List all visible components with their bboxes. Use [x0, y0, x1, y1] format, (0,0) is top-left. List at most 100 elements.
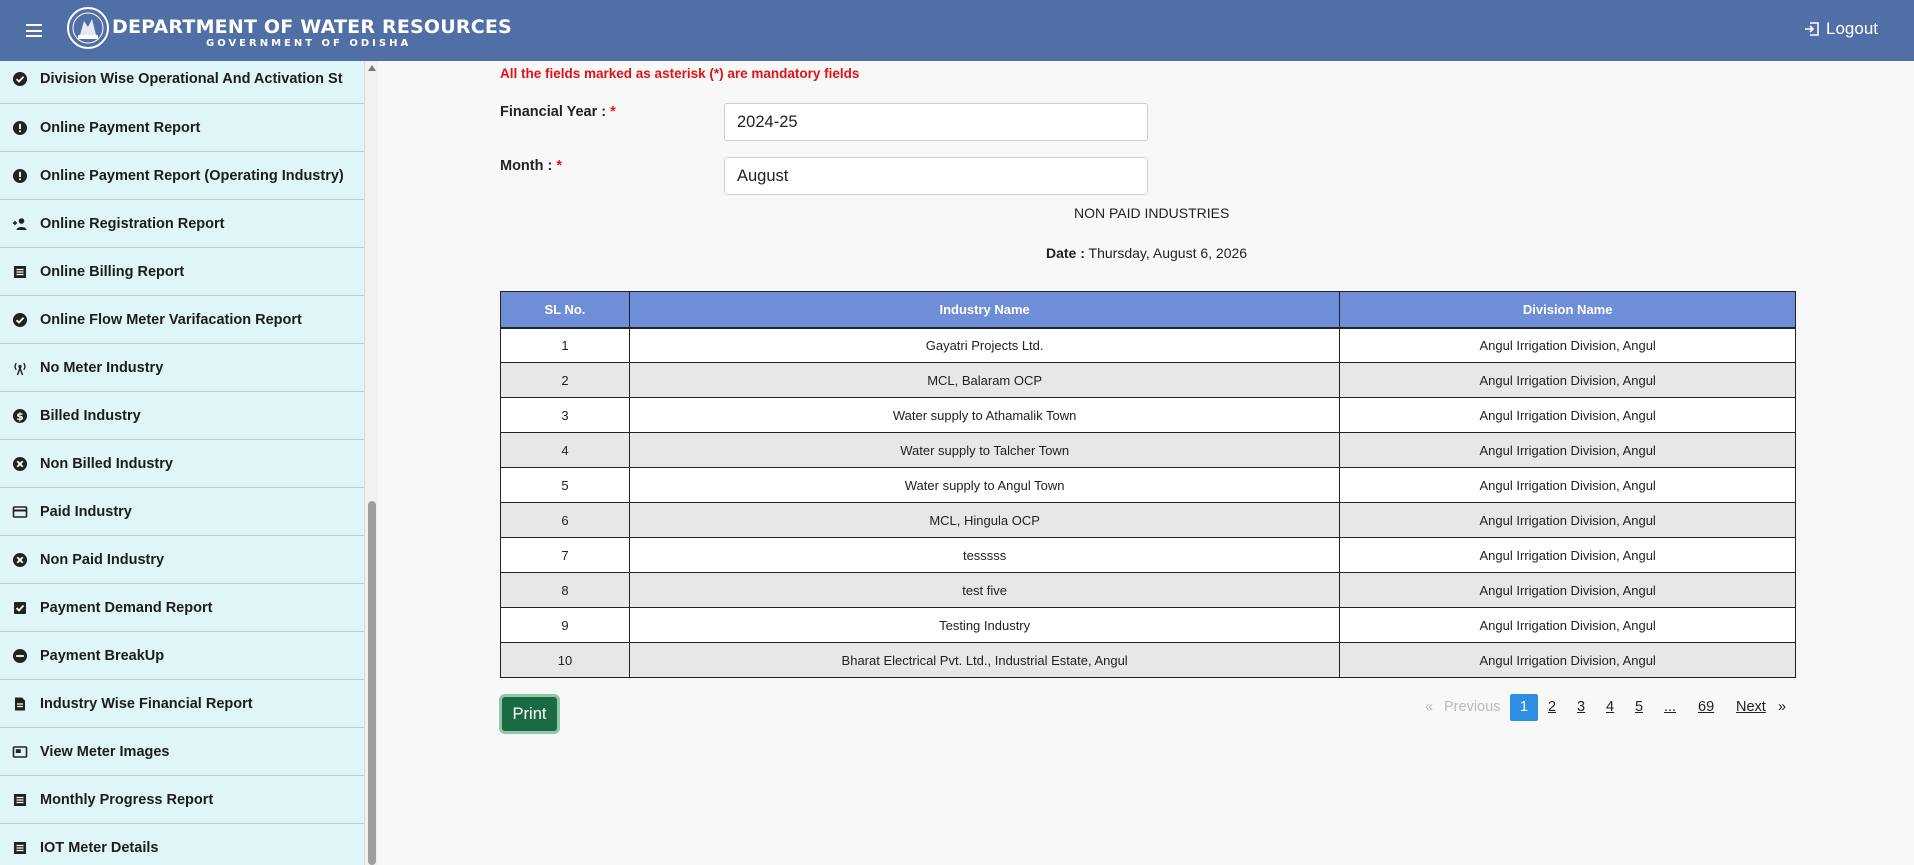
- alert-circle-icon: [12, 168, 28, 184]
- sidebar-item-label: Online Registration Report: [40, 215, 225, 232]
- sidebar-item-label: Division Wise Operational And Activation…: [40, 70, 343, 87]
- scrollbar-thumb[interactable]: [368, 501, 376, 865]
- sidebar-item[interactable]: IOT Meter Details: [0, 824, 364, 865]
- sidebar-item[interactable]: Non Paid Industry: [0, 536, 364, 584]
- previous-page-link[interactable]: Previous: [1444, 699, 1500, 715]
- cell-division-name: Angul Irrigation Division, Angul: [1339, 327, 1796, 363]
- next-page-link[interactable]: Next: [1736, 699, 1766, 715]
- table-row: 8 test five Angul Irrigation Division, Ang…: [500, 572, 1796, 608]
- page-link-1[interactable]: 1: [1510, 694, 1538, 721]
- x-circle-icon: [12, 552, 28, 568]
- cell-sl-no: 8: [500, 572, 630, 608]
- list-icon: [12, 264, 28, 280]
- sidebar-item[interactable]: Online Billing Report: [0, 248, 364, 296]
- cell-sl-no: 3: [500, 397, 630, 433]
- page-link-last[interactable]: 69: [1698, 699, 1714, 715]
- menu-icon[interactable]: [26, 24, 42, 37]
- table-row: 3 Water supply to Athamalik Town Angul Irr…: [500, 397, 1796, 433]
- logout-label: Logout: [1826, 19, 1878, 38]
- sidebar-nav: Division Wise Operational And Activation…: [0, 61, 364, 865]
- checkbox-icon: [12, 600, 28, 616]
- table-row: 1 Gayatri Projects Ltd. Angul Irrigation D…: [500, 327, 1796, 363]
- cell-division-name: Angul Irrigation Division, Angul: [1339, 467, 1796, 503]
- document-icon: [12, 696, 28, 712]
- table-row: 6 MCL, Hingula OCP Angul Irrigation Divisi…: [500, 502, 1796, 538]
- cell-industry-name: MCL, Hingula OCP: [628, 502, 1341, 538]
- sidebar-item-label: Non Paid Industry: [40, 551, 165, 568]
- x-circle-icon: [12, 456, 28, 472]
- table-row: 9 Testing Industry Angul Irrigation Divisi…: [500, 607, 1796, 643]
- sidebar-item[interactable]: Online Payment Report (Operating Industr…: [0, 152, 364, 200]
- non-paid-industries-table: SL No. Industry Name Division Name 1 Gaya…: [500, 291, 1796, 678]
- cell-division-name: Angul Irrigation Division, Angul: [1339, 502, 1796, 538]
- sidebar-item[interactable]: Paid Industry: [0, 488, 364, 536]
- page-link-5[interactable]: 5: [1635, 699, 1643, 715]
- cell-sl-no: 10: [500, 642, 630, 678]
- sidebar-item-label: Online Billing Report: [40, 263, 185, 280]
- sidebar-item-label: Paid Industry: [40, 503, 132, 520]
- sidebar-item[interactable]: No Meter Industry: [0, 344, 364, 392]
- sidebar-item[interactable]: Division Wise Operational And Activation…: [0, 61, 364, 104]
- cell-sl-no: 5: [500, 467, 630, 503]
- table-header-row: SL No. Industry Name Division Name: [500, 291, 1796, 329]
- cell-sl-no: 2: [500, 362, 630, 398]
- sidebar-item-label: Monthly Progress Report: [40, 791, 214, 808]
- page-link-2[interactable]: 2: [1548, 699, 1556, 715]
- logout-button[interactable]: Logout: [1804, 19, 1878, 39]
- table-row: 5 Water supply to Angul Town Angul Irrigat…: [500, 467, 1796, 503]
- check-circle-icon: [12, 312, 28, 328]
- sidebar-scrollbar[interactable]: [364, 61, 378, 865]
- credit-card-icon: [12, 504, 28, 520]
- cell-sl-no: 6: [500, 502, 630, 538]
- page-ellipsis: ...: [1664, 699, 1677, 715]
- required-mark: *: [610, 104, 616, 120]
- cell-sl-no: 9: [500, 607, 630, 643]
- sidebar-item-label: IOT Meter Details: [40, 839, 159, 856]
- column-header-sl-no[interactable]: SL No.: [500, 291, 630, 329]
- cell-industry-name: tesssss: [628, 537, 1341, 573]
- sidebar-item[interactable]: Payment Demand Report: [0, 584, 364, 632]
- financial-year-label: Financial Year : *: [500, 104, 616, 120]
- svg-text:$: $: [16, 410, 24, 423]
- table-row: 4 Water supply to Talcher Town Angul Irrig…: [500, 432, 1796, 468]
- month-label: Month : *: [500, 158, 563, 174]
- sidebar-item[interactable]: Payment BreakUp: [0, 632, 364, 680]
- sidebar-item[interactable]: $ Billed Industry: [0, 392, 364, 440]
- cell-division-name: Angul Irrigation Division, Angul: [1339, 642, 1796, 678]
- sidebar-item[interactable]: Online Registration Report: [0, 200, 364, 248]
- page-link-4[interactable]: 4: [1606, 699, 1614, 715]
- cell-sl-no: 7: [500, 537, 630, 573]
- cell-industry-name: test five: [628, 572, 1341, 608]
- sidebar-item[interactable]: Online Flow Meter Varifacation Report: [0, 296, 364, 344]
- previous-arrow-icon: «: [1425, 699, 1434, 715]
- column-header-division-name[interactable]: Division Name: [1339, 291, 1796, 329]
- antenna-icon: [12, 360, 28, 376]
- cell-division-name: Angul Irrigation Division, Angul: [1339, 362, 1796, 398]
- site-subtitle: GOVERNMENT OF ODISHA: [206, 38, 412, 49]
- sidebar-item-label: Online Payment Report: [40, 119, 201, 136]
- sidebar-item-label: Payment Demand Report: [40, 599, 213, 616]
- print-button[interactable]: Print: [499, 694, 560, 734]
- financial-year-select[interactable]: 2024-25: [724, 103, 1148, 141]
- cell-sl-no: 1: [500, 327, 630, 363]
- sidebar-item[interactable]: Industry Wise Financial Report: [0, 680, 364, 728]
- sidebar-item[interactable]: Online Payment Report: [0, 104, 364, 152]
- cell-sl-no: 4: [500, 432, 630, 468]
- alert-circle-icon: [12, 120, 28, 136]
- cell-division-name: Angul Irrigation Division, Angul: [1339, 432, 1796, 468]
- column-header-industry-name[interactable]: Industry Name: [628, 291, 1341, 329]
- table-row: 7 tesssss Angul Irrigation Division, Angul: [500, 537, 1796, 573]
- sidebar-item-label: Online Payment Report (Operating Industr…: [40, 167, 344, 184]
- sidebar-item[interactable]: Non Billed Industry: [0, 440, 364, 488]
- sidebar-item-label: View Meter Images: [40, 743, 170, 760]
- table-row: 2 MCL, Balaram OCP Angul Irrigation Divisi…: [500, 362, 1796, 398]
- page-link-3[interactable]: 3: [1577, 699, 1585, 715]
- month-select[interactable]: August: [724, 157, 1148, 195]
- minus-circle-icon: [12, 648, 28, 664]
- mandatory-note: All the fields marked as asterisk (*) ar…: [500, 66, 860, 81]
- sidebar-item[interactable]: View Meter Images: [0, 728, 364, 776]
- scroll-up-arrow-icon[interactable]: [368, 65, 376, 71]
- dollar-circle-icon: $: [12, 408, 28, 424]
- sidebar-item[interactable]: Monthly Progress Report: [0, 776, 364, 824]
- report-date: Date : Thursday, August 6, 2026: [1046, 245, 1248, 261]
